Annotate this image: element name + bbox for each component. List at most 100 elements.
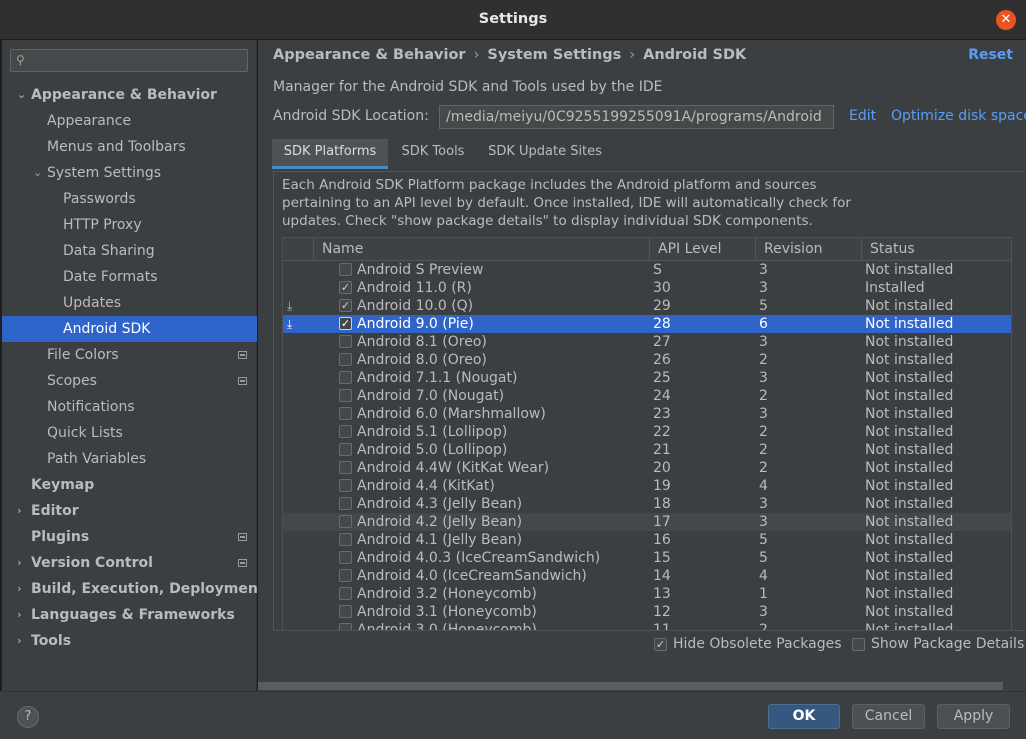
search-input[interactable]: [35, 52, 243, 69]
table-row[interactable]: Android 8.1 (Oreo) 27 3 Not installed: [283, 333, 1011, 351]
sidebar-item[interactable]: › Build, Execution, Deployment: [2, 576, 265, 602]
sidebar-item[interactable]: Keymap: [2, 472, 257, 498]
table-row[interactable]: Android 3.2 (Honeycomb) 13 1 Not installed: [283, 585, 1011, 603]
table-row[interactable]: Android 8.0 (Oreo) 26 2 Not installed: [283, 351, 1011, 369]
table-row[interactable]: Android 4.0.3 (IceCreamSandwich) 15 5 Not i…: [283, 549, 1011, 567]
row-checkbox[interactable]: [339, 587, 352, 600]
tab-sdk-platforms[interactable]: SDK Platforms: [272, 139, 388, 169]
tab-sdk-tools[interactable]: SDK Tools: [390, 139, 476, 169]
reset-link[interactable]: Reset: [968, 47, 1013, 63]
row-checkbox[interactable]: [339, 569, 352, 582]
row-checkbox[interactable]: [339, 515, 352, 528]
row-checkbox[interactable]: [339, 479, 352, 492]
edit-location-link[interactable]: Edit: [849, 108, 876, 124]
sidebar-item[interactable]: HTTP Proxy: [2, 212, 257, 238]
table-row[interactable]: Android 7.0 (Nougat) 24 2 Not installed: [283, 387, 1011, 405]
column-header-status[interactable]: Status: [861, 238, 1011, 261]
hide-obsolete-checkbox[interactable]: ✓: [654, 638, 667, 651]
table-row[interactable]: Android 4.3 (Jelly Bean) 18 3 Not installed: [283, 495, 1011, 513]
sidebar-item[interactable]: ⌄ Appearance & Behavior: [2, 82, 257, 108]
chevron-right-icon[interactable]: ›: [17, 576, 22, 602]
optimize-disk-space-link[interactable]: Optimize disk space: [891, 108, 1026, 124]
sidebar-item[interactable]: ⌄ System Settings: [2, 160, 257, 186]
row-checkbox[interactable]: [339, 371, 352, 384]
sdk-location-field[interactable]: /media/meiyu/0C9255199255091A/programs/A…: [439, 105, 834, 129]
sidebar-item[interactable]: Updates: [2, 290, 257, 316]
sidebar-item[interactable]: Plugins: [2, 524, 257, 550]
revision: 4: [759, 568, 768, 584]
chevron-right-icon[interactable]: ›: [17, 628, 22, 654]
row-checkbox[interactable]: [339, 389, 352, 402]
row-checkbox[interactable]: [339, 443, 352, 456]
row-checkbox[interactable]: [339, 407, 352, 420]
sidebar-item[interactable]: Appearance: [2, 108, 257, 134]
horizontal-scrollbar[interactable]: [258, 682, 1003, 690]
chevron-right-icon[interactable]: ›: [17, 602, 22, 628]
ok-button[interactable]: OK: [768, 704, 840, 729]
row-checkbox[interactable]: [339, 533, 352, 546]
package-name: Android 4.0 (IceCreamSandwich): [357, 568, 587, 584]
table-row[interactable]: Android 7.1.1 (Nougat) 25 3 Not installed: [283, 369, 1011, 387]
chevron-right-icon[interactable]: ›: [17, 550, 22, 576]
row-checkbox[interactable]: ✓: [339, 299, 352, 312]
api-level: 29: [653, 298, 671, 314]
row-checkbox[interactable]: [339, 623, 352, 630]
table-row[interactable]: Android 6.0 (Marshmallow) 23 3 Not installe…: [283, 405, 1011, 423]
row-checkbox[interactable]: [339, 425, 352, 438]
table-row[interactable]: Android 3.0 (Honeycomb) 11 2 Not installed: [283, 621, 1011, 630]
sidebar-item[interactable]: Notifications: [2, 394, 257, 420]
api-level: 19: [653, 478, 671, 494]
table-row[interactable]: Android 3.1 (Honeycomb) 12 3 Not installed: [283, 603, 1011, 621]
table-row[interactable]: Android 5.1 (Lollipop) 22 2 Not installed: [283, 423, 1011, 441]
table-row[interactable]: Android 4.2 (Jelly Bean) 17 3 Not installed: [283, 513, 1011, 531]
table-row[interactable]: ⤓ ✓ Android 9.0 (Pie) 28 6 Not installed: [283, 315, 1011, 333]
table-row[interactable]: Android 4.0 (IceCreamSandwich) 14 4 Not ins…: [283, 567, 1011, 585]
column-header-revision[interactable]: Revision: [755, 238, 861, 261]
breadcrumb-item: Android SDK: [643, 47, 747, 63]
chevron-right-icon[interactable]: ›: [17, 498, 22, 524]
help-button[interactable]: ?: [17, 706, 39, 728]
table-row[interactable]: Android 4.4W (KitKat Wear) 20 2 Not install…: [283, 459, 1011, 477]
revision: 3: [759, 406, 768, 422]
row-checkbox[interactable]: [339, 497, 352, 510]
sidebar-item[interactable]: Path Variables: [2, 446, 257, 472]
revision: 3: [759, 334, 768, 350]
row-checkbox[interactable]: ✓: [339, 281, 352, 294]
row-checkbox[interactable]: [339, 353, 352, 366]
column-header-api-level[interactable]: API Level: [649, 238, 755, 261]
table-row[interactable]: ✓ Android 11.0 (R) 30 3 Installed: [283, 279, 1011, 297]
sidebar-item[interactable]: › Tools: [2, 628, 257, 654]
sidebar-item[interactable]: › Version Control: [2, 550, 257, 576]
sidebar-item[interactable]: File Colors: [2, 342, 257, 368]
sidebar-item[interactable]: Menus and Toolbars: [2, 134, 257, 160]
row-checkbox[interactable]: [339, 263, 352, 276]
sidebar-item[interactable]: Android SDK: [2, 316, 257, 342]
row-checkbox[interactable]: [339, 551, 352, 564]
search-box[interactable]: ⚲: [10, 49, 248, 72]
sidebar-item[interactable]: › Editor: [2, 498, 257, 524]
sidebar-item[interactable]: Passwords: [2, 186, 257, 212]
close-icon[interactable]: ✕: [996, 10, 1016, 30]
sidebar-item[interactable]: Data Sharing: [2, 238, 257, 264]
show-details-checkbox[interactable]: [852, 638, 865, 651]
table-row[interactable]: Android 4.4 (KitKat) 19 4 Not installed: [283, 477, 1011, 495]
table-row[interactable]: Android 4.1 (Jelly Bean) 16 5 Not installed: [283, 531, 1011, 549]
sidebar-item[interactable]: Scopes: [2, 368, 257, 394]
row-checkbox[interactable]: [339, 605, 352, 618]
chevron-down-icon[interactable]: ⌄: [17, 82, 26, 108]
sidebar-item[interactable]: Quick Lists: [2, 420, 257, 446]
sidebar-item[interactable]: Date Formats: [2, 264, 257, 290]
table-row[interactable]: ⤓ ✓ Android 10.0 (Q) 29 5 Not installed: [283, 297, 1011, 315]
sidebar-item[interactable]: › Languages & Frameworks: [2, 602, 257, 628]
column-header-name[interactable]: Name: [313, 238, 649, 261]
apply-button[interactable]: Apply: [937, 704, 1010, 729]
row-checkbox[interactable]: [339, 461, 352, 474]
row-checkbox[interactable]: ✓: [339, 317, 352, 330]
revision: 2: [759, 352, 768, 368]
row-checkbox[interactable]: [339, 335, 352, 348]
table-row[interactable]: Android S Preview S 3 Not installed: [283, 261, 1011, 279]
cancel-button[interactable]: Cancel: [852, 704, 925, 729]
tab-sdk-update-sites[interactable]: SDK Update Sites: [480, 139, 610, 169]
chevron-down-icon[interactable]: ⌄: [33, 160, 42, 186]
table-row[interactable]: Android 5.0 (Lollipop) 21 2 Not installed: [283, 441, 1011, 459]
